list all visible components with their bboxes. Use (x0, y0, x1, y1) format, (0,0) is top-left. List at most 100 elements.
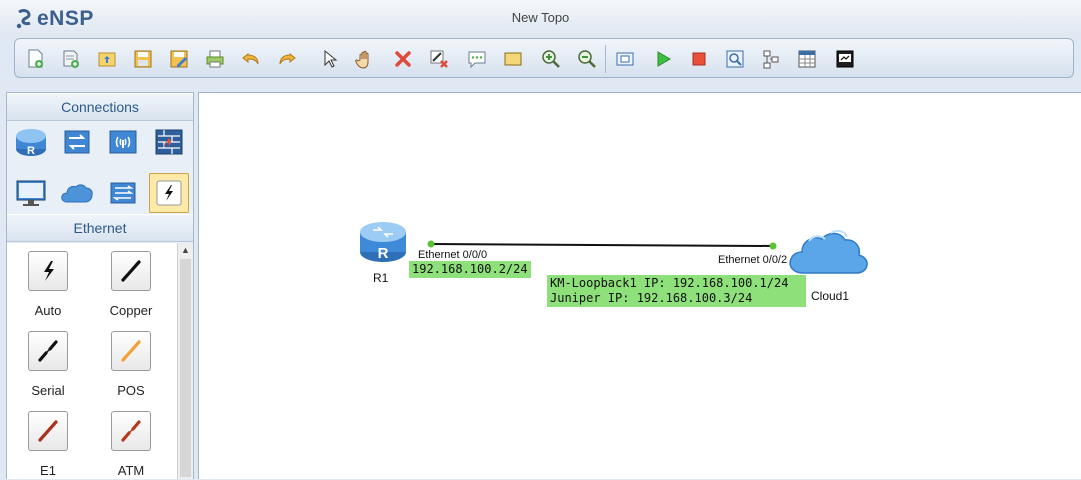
pc-icon (16, 180, 46, 206)
device-panel: Connections R Ethernet Auto Copper Seria… (6, 92, 194, 479)
add-shape-button[interactable] (501, 47, 525, 71)
stop-device-button[interactable] (687, 47, 711, 71)
open-button[interactable] (95, 47, 119, 71)
fit-view-icon (616, 52, 634, 66)
zoom-in-button[interactable] (539, 47, 563, 71)
redo-button[interactable] (275, 47, 299, 71)
hand-icon (355, 50, 369, 69)
ethernet-link[interactable] (430, 243, 774, 247)
fit-view-button[interactable] (613, 47, 637, 71)
capture-data-button[interactable] (723, 47, 747, 71)
new-template-icon (63, 50, 79, 68)
delete-connections-button[interactable] (427, 47, 451, 71)
select-button[interactable] (317, 47, 341, 71)
window-title: New Topo (511, 10, 570, 25)
devices-header: Connections (7, 93, 193, 121)
cable-item-atm[interactable]: ATM (96, 411, 166, 478)
scroll-thumb[interactable] (180, 259, 191, 477)
show-grid-button[interactable] (795, 47, 819, 71)
save-icon (134, 50, 152, 68)
add-text-button[interactable] (465, 47, 489, 71)
redo-icon (279, 52, 296, 65)
lightning-icon (156, 180, 182, 206)
new-file-icon (28, 49, 43, 68)
copper-cable-icon (111, 251, 151, 291)
cable-item-serial[interactable]: Serial (13, 331, 83, 398)
undo-icon (242, 52, 259, 65)
comment-icon (468, 51, 486, 69)
switch-icon (64, 130, 90, 154)
save-as-icon (170, 50, 188, 68)
cloud-label: Cloud1 (811, 289, 850, 303)
cloud-ip-note[interactable]: KM-Loopback1 IP: 192.168.100.1/24 Junipe… (547, 275, 806, 307)
serial-cable-icon (28, 331, 68, 371)
zoom-out-icon (578, 50, 596, 68)
cable-label: POS (117, 383, 145, 398)
router-ip-note[interactable]: 192.168.100.2/24 (409, 261, 531, 278)
start-device-button[interactable] (651, 47, 675, 71)
cable-label: ATM (117, 463, 145, 478)
new-topology-button[interactable] (23, 47, 47, 71)
show-interface-button[interactable] (833, 47, 857, 71)
svg-text:R: R (27, 145, 35, 157)
save-as-button[interactable] (167, 47, 191, 71)
wlan-device-button[interactable] (103, 123, 143, 163)
port-indicator-cloud1 (769, 242, 777, 250)
cloud-icon[interactable] (787, 211, 875, 281)
cable-item-copper[interactable]: Copper (96, 251, 166, 318)
other-devices-button[interactable] (103, 173, 143, 213)
switch-device-button[interactable] (57, 123, 97, 163)
main-toolbar (14, 38, 1074, 78)
cable-label: E1 (40, 463, 56, 478)
scroll-up-icon[interactable]: ▲ (178, 243, 193, 257)
new-template-button[interactable] (59, 47, 83, 71)
connections-device-button[interactable] (149, 173, 189, 213)
topology-view-button[interactable] (759, 47, 783, 71)
router-port-label: Ethernet 0/0/0 (418, 249, 488, 261)
topology-icon (763, 50, 779, 69)
cable-list-scrollbar[interactable]: ▲ (177, 243, 193, 479)
cable-item-auto[interactable]: Auto (13, 251, 83, 318)
zoom-out-button[interactable] (575, 47, 599, 71)
undo-button[interactable] (239, 47, 263, 71)
open-folder-icon (98, 52, 116, 67)
title-bar: eNSP New Topo (0, 0, 1081, 36)
router-label: R1 (373, 271, 389, 285)
cloud-device-button[interactable] (57, 173, 97, 213)
pos-cable-icon (111, 331, 151, 371)
delete-button[interactable] (391, 47, 415, 71)
firewall-icon (155, 129, 183, 155)
atm-cable-icon (111, 411, 151, 451)
interface-icon (836, 50, 854, 68)
router-device-button[interactable]: R (11, 123, 51, 163)
cable-list: Auto Copper Serial POS E1 ATM (7, 243, 177, 479)
delete-icon (395, 51, 411, 67)
port-indicator-r1 (427, 240, 435, 248)
capture-icon (726, 50, 744, 68)
rectangle-icon (504, 52, 522, 66)
grid-icon (798, 50, 816, 68)
cursor-icon (324, 49, 338, 68)
cloud-port-label: Ethernet 0/0/2 (718, 254, 788, 266)
router-icon[interactable]: R (358, 218, 408, 264)
wireless-icon (109, 130, 137, 154)
svg-text:R: R (378, 245, 389, 262)
auto-cable-icon (28, 251, 68, 291)
save-button[interactable] (131, 47, 155, 71)
cable-label: Copper (109, 303, 153, 318)
cable-item-e1[interactable]: E1 (13, 411, 83, 478)
cable-item-pos[interactable]: POS (96, 331, 166, 398)
cable-label: Auto (34, 303, 62, 318)
stop-icon (692, 52, 706, 66)
print-button[interactable] (203, 47, 227, 71)
e1-cable-icon (28, 411, 68, 451)
firewall-device-button[interactable] (149, 123, 189, 163)
terminal-device-button[interactable] (11, 173, 51, 213)
cables-header: Ethernet (7, 214, 193, 242)
toolbar-separator (605, 45, 606, 73)
topology-canvas[interactable]: R R1 Ethernet 0/0/0 192.168.100.2/24 Clo… (198, 92, 1081, 479)
play-icon (657, 51, 671, 67)
pan-button[interactable] (353, 47, 377, 71)
cloud-note-line-2: Juniper IP: 192.168.100.3/24 (550, 291, 753, 305)
hub-icon (110, 182, 136, 204)
